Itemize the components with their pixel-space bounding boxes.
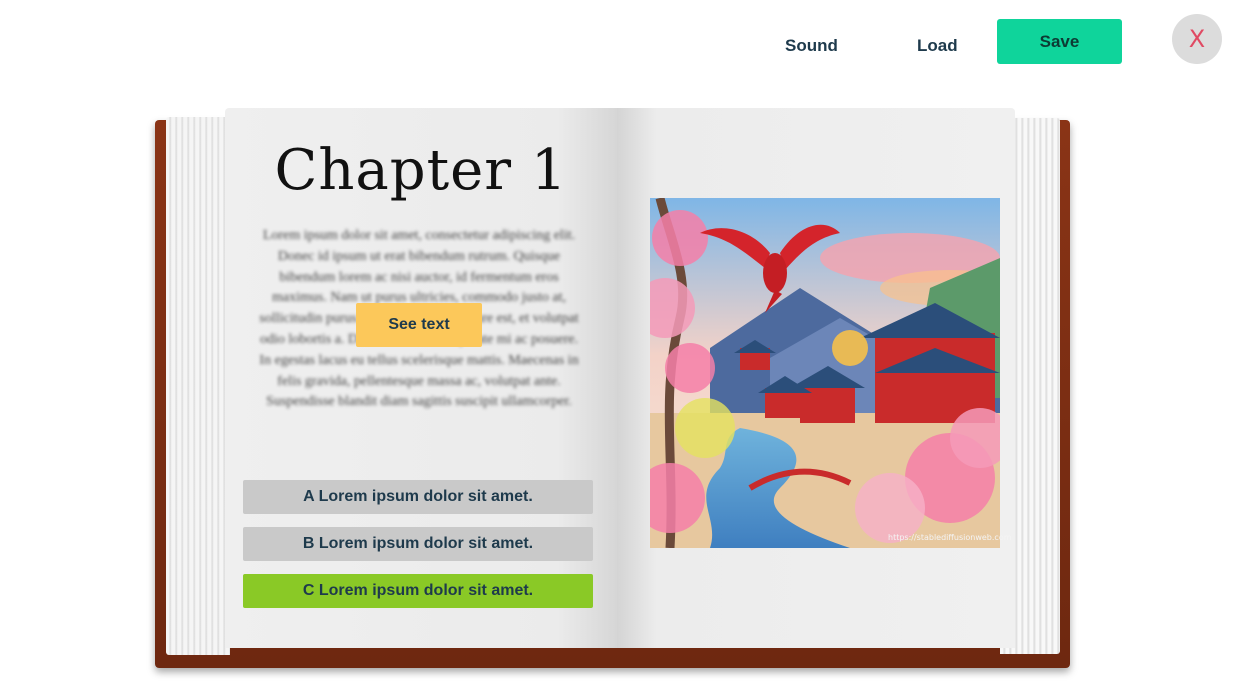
page-stack-left xyxy=(166,117,230,655)
load-button[interactable]: Load xyxy=(917,30,958,62)
choice-option-c[interactable]: C Lorem ipsum dolor sit amet. xyxy=(243,574,593,608)
chapter-title: Chapter 1 xyxy=(274,138,568,203)
close-button[interactable]: X xyxy=(1172,14,1222,64)
chapter-illustration xyxy=(650,198,1000,548)
see-text-button[interactable]: See text xyxy=(356,303,482,347)
close-icon: X xyxy=(1188,25,1206,53)
choice-option-b[interactable]: B Lorem ipsum dolor sit amet. xyxy=(243,527,593,561)
sound-button[interactable]: Sound xyxy=(785,30,838,62)
illustration-watermark: https://stablediffusionweb.com xyxy=(888,533,1012,542)
choice-option-a[interactable]: A Lorem ipsum dolor sit amet. xyxy=(243,480,593,514)
save-button[interactable]: Save xyxy=(997,19,1122,64)
